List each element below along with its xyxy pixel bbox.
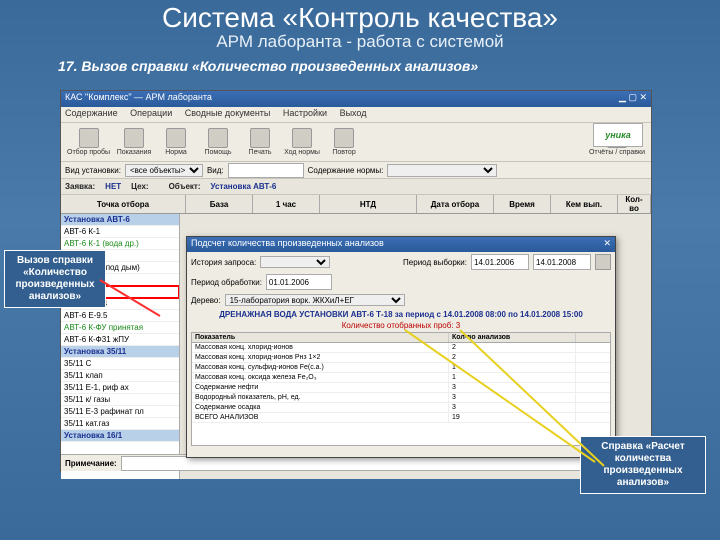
pop-history[interactable] <box>260 256 330 268</box>
callout-right: Справка «Расчет количества произведенных… <box>580 436 706 494</box>
tree-item[interactable]: 35/11 клап <box>61 370 179 382</box>
tree-item[interactable]: 35/11 Е-1, риф ах <box>61 382 179 394</box>
menubar[interactable]: Содержание Операции Сводные документы На… <box>61 107 651 123</box>
tb-readings[interactable]: Показания <box>116 128 152 156</box>
table-row: Массовая конц. хлорид-ионов Рнз 1×22 <box>192 353 610 363</box>
tb-norm[interactable]: Норма <box>158 128 194 156</box>
tree-item[interactable]: АВТ-6 Е-9.5 <box>61 310 179 322</box>
table-row: Массовая конц. сульфид-ионов Fe(с.а.)1 <box>192 363 610 373</box>
table-row: Массовая конц. хлорид-ионов2 <box>192 343 610 353</box>
popup-header: ДРЕНАЖНАЯ ВОДА УСТАНОВКИ АВТ-6 Т-18 за п… <box>187 308 615 321</box>
titlebar: КАС "Комплекс" — АРМ лаборанта ▁ ▢ ✕ <box>61 91 651 107</box>
popup-subheader: Количество отобранных проб: 3 <box>187 321 615 330</box>
popup-table: Показатель Кол-во анализов Массовая конц… <box>191 332 611 446</box>
tree-item[interactable]: 35/11 Е-3 рафинат пл <box>61 406 179 418</box>
slide-step: 17. Вызов справки «Количество произведен… <box>58 58 720 74</box>
tb-sample[interactable]: Отбор пробы <box>67 128 110 156</box>
menu-1[interactable]: Операции <box>130 108 172 118</box>
grid-header: Точка отбора База 1 час НТД Дата отбора … <box>61 195 651 214</box>
f2-label: Вид: <box>207 166 224 175</box>
tree-item[interactable]: Установка 16/1 <box>61 430 179 442</box>
table-row: Содержание осадка3 <box>192 403 610 413</box>
logo: уника <box>593 123 643 147</box>
pop-tree[interactable]: 15-лаборатория ворк. ЖКХиЛ+ЕГ <box>225 294 405 306</box>
pop-date-from[interactable] <box>471 254 529 270</box>
tb-print[interactable]: Печать <box>242 128 278 156</box>
f2-input[interactable] <box>228 163 304 178</box>
menu-0[interactable]: Содержание <box>65 108 118 118</box>
tree-item[interactable]: АВТ-6 К-1 (вода др.) <box>61 238 179 250</box>
tree-item[interactable]: 35/11 кат.газ <box>61 418 179 430</box>
tb-repeat[interactable]: Повтор <box>326 128 362 156</box>
tree-item[interactable]: АВТ-6 К-Ф31 жПУ <box>61 334 179 346</box>
slide-subtitle: АРМ лаборанта - работа с системой <box>0 32 720 52</box>
table-row: Массовая конц. оксида железа Fe₂O₃1 <box>192 373 610 383</box>
popup-titlebar: Подсчет количества произведенных анализо… <box>187 237 615 252</box>
tree-item[interactable]: Установка АВТ-6 <box>61 214 179 226</box>
popup-close-icon[interactable]: ✕ <box>603 238 611 251</box>
menu-4[interactable]: Выход <box>340 108 367 118</box>
refresh-icon[interactable] <box>595 254 611 270</box>
tree-item[interactable]: 35/11 С <box>61 358 179 370</box>
slide-title: Система «Контроль качества» <box>0 0 720 34</box>
toolbar: Отбор пробы Показания Норма Помощь Печат… <box>61 123 651 162</box>
filterbar: Вид установки: <все объекты> Вид: Содерж… <box>61 162 651 179</box>
infobar: Заявка:НЕТ Цех: Объект:Установка АВТ-6 <box>61 179 651 195</box>
f3-select[interactable] <box>387 164 497 177</box>
menu-3[interactable]: Настройки <box>283 108 327 118</box>
pop-period[interactable] <box>266 274 332 290</box>
table-row: ВСЕГО АНАЛИЗОВ19 <box>192 413 610 423</box>
tree-item[interactable]: 35/11 к/ газы <box>61 394 179 406</box>
menu-2[interactable]: Сводные документы <box>185 108 271 118</box>
table-row: Содержание нефти3 <box>192 383 610 393</box>
f3-label: Содержание нормы: <box>308 166 384 175</box>
f1-label: Вид установки: <box>65 166 121 175</box>
tb-help[interactable]: Помощь <box>200 128 236 156</box>
tree-item[interactable]: Установка 35/11 <box>61 346 179 358</box>
pop-date-to[interactable] <box>533 254 591 270</box>
tree-item[interactable]: АВТ-6 К-1 <box>61 226 179 238</box>
tb-normflow[interactable]: Ход нормы <box>284 128 320 156</box>
callout-left: Вызов справки «Количество произведенных … <box>4 250 106 308</box>
tree-item[interactable]: АВТ-6 К-ФУ принятая <box>61 322 179 334</box>
table-row: Водородный показатель, pH, ед.3 <box>192 393 610 403</box>
window-controls[interactable]: ▁ ▢ ✕ <box>619 92 647 106</box>
app-title: КАС "Комплекс" — АРМ лаборанта <box>65 92 212 106</box>
f1-select[interactable]: <все объекты> <box>125 164 203 177</box>
count-popup: Подсчет количества произведенных анализо… <box>186 236 616 458</box>
